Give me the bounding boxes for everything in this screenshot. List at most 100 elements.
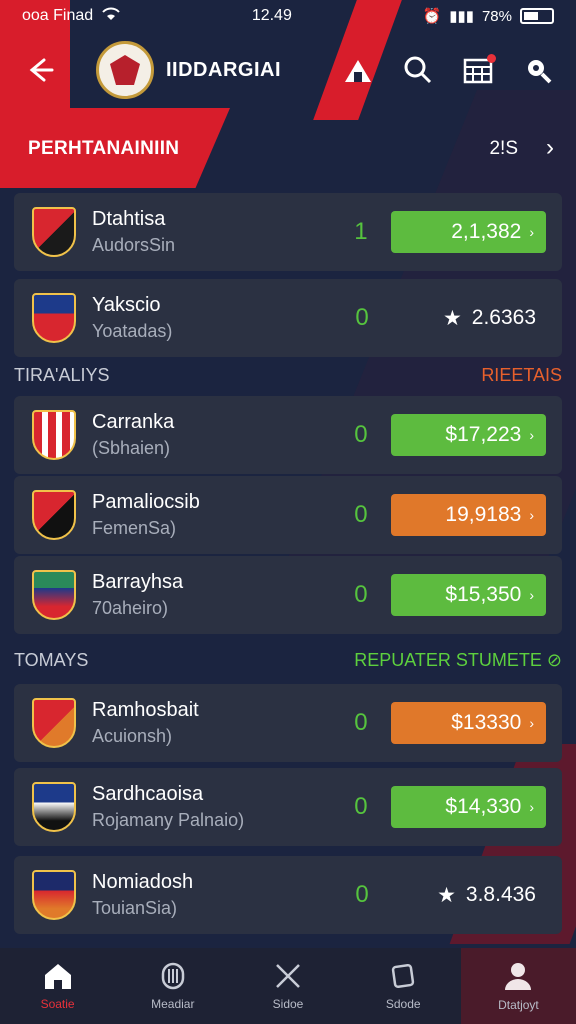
rating-value: 2.6363 (471, 306, 536, 329)
team-subtitle: (Sbhaien) (92, 438, 171, 458)
alarm-icon: ⏰ (422, 8, 442, 25)
team-crest (32, 410, 76, 460)
odds-value: $17,223 (445, 423, 522, 446)
odds-button[interactable]: $17,223 › (390, 414, 546, 456)
section-title: PERHTANAINIIN (28, 138, 180, 159)
section-banner[interactable]: PERHTANAINIIN 2!S › (0, 108, 576, 188)
match-card[interactable]: Ramhosbait Acuionsh) 0 $13330 › (14, 684, 562, 762)
card-icon (392, 963, 415, 989)
team-subtitle: FemenSa) (92, 518, 177, 538)
chevron-right-icon: › (529, 507, 534, 523)
tab-profile[interactable]: Dtatjoyt (460, 948, 576, 1024)
calendar-button[interactable] (458, 50, 498, 90)
status-time: 12.49 (251, 7, 292, 24)
chevron-right-icon: › (529, 427, 534, 443)
team-subtitle: 70aheiro) (92, 598, 169, 618)
team-subtitle: TouianSia) (92, 898, 178, 918)
odds-value: 19,9183 (445, 503, 522, 526)
match-card[interactable]: Nomiadosh TouianSia) 0 ★ 3.8.436 (14, 856, 562, 934)
chevron-right-icon: › (529, 587, 534, 603)
match-score: 0 (355, 881, 369, 908)
odds-value: 2,1,382 (451, 220, 522, 243)
match-card[interactable]: Barrayhsa 70aheiro) 0 $15,350 › (14, 556, 562, 634)
odds-value: $14,330 (445, 795, 522, 818)
tab-label: Dtatjoyt (498, 998, 539, 1012)
team-subtitle: Yoatadas) (92, 321, 173, 341)
battery-icon (519, 8, 554, 24)
arrow-left-icon (29, 58, 54, 82)
tab-label: Sdode (385, 997, 421, 1011)
match-score: 0 (355, 304, 369, 331)
odds-value: $13330 (451, 711, 522, 734)
group-header: TOMAYS REPUATER STUMETE ⊘ (14, 650, 562, 671)
app-header: IIDDARGIAI (0, 32, 576, 108)
search-button[interactable] (398, 50, 438, 90)
carrier-text: ooa Finad (22, 7, 94, 24)
stats-button[interactable] (338, 50, 378, 90)
match-score: 0 (354, 421, 368, 448)
zoom-button[interactable] (518, 50, 558, 90)
match-card[interactable]: Carranka (Sbhaien) 0 $17,223 › (14, 396, 562, 474)
match-card[interactable]: Sardhcaoisa Rojamany Palnaio) 0 $14,330 › (14, 768, 562, 846)
match-card[interactable]: Dtahtisa AudorsSin 1 2,1,382 › (14, 193, 562, 271)
team-crest (32, 570, 76, 620)
team-name: Pamaliocsib (92, 491, 200, 513)
rating: ★ 2.6363 (443, 306, 546, 331)
swords-icon (276, 964, 300, 988)
rating: ★ 3.8.436 (437, 883, 546, 908)
odds-button[interactable]: $13330 › (390, 702, 546, 744)
chevron-right-icon: › (529, 715, 534, 731)
match-score: 0 (354, 501, 368, 528)
star-icon: ★ (437, 883, 456, 907)
team-crest (32, 870, 76, 920)
odds-value: $15,350 (445, 583, 522, 606)
bottom-tab-bar: Soatie Meadiar Sidoe Sdode Dtatjoyt (0, 948, 576, 1024)
team-name: Ramhosbait (92, 699, 199, 721)
match-card[interactable]: Pamaliocsib FemenSa) 0 19,9183 › (14, 476, 562, 554)
team-crest (32, 490, 76, 540)
tab-matches[interactable]: Sidoe (230, 948, 345, 1024)
team-name: Nomiadosh (92, 871, 194, 893)
league-logo (96, 41, 154, 99)
team-subtitle: AudorsSin (92, 235, 176, 255)
team-subtitle: Acuionsh) (92, 726, 173, 746)
page-title: IIDDARGIAI (166, 58, 281, 81)
match-score: 0 (354, 793, 368, 820)
match-score: 0 (354, 709, 368, 736)
team-subtitle: Rojamany Palnaio) (92, 810, 245, 830)
tab-cards[interactable]: Sdode (346, 948, 461, 1024)
wifi-icon (101, 6, 121, 27)
team-crest (32, 698, 76, 748)
team-name: Dtahtisa (92, 208, 166, 230)
section-count: 2!S (489, 138, 518, 159)
match-score: 0 (354, 581, 368, 608)
tab-home[interactable]: Soatie (0, 948, 115, 1024)
group-link[interactable]: REPUATER STUMETE ⊘ (354, 650, 562, 671)
odds-button[interactable]: $14,330 › (390, 786, 546, 828)
back-button[interactable] (18, 48, 62, 92)
stadium-icon (345, 60, 371, 82)
group-link[interactable]: RIEETAIS (481, 365, 562, 386)
match-card[interactable]: Yakscio Yoatadas) 0 ★ 2.6363 (14, 279, 562, 357)
magnifier-icon (528, 60, 552, 84)
notification-dot (487, 54, 496, 63)
team-name: Sardhcaoisa (92, 783, 204, 805)
team-name: Yakscio (92, 294, 161, 316)
chevron-right-icon: › (529, 799, 534, 815)
group-title: TOMAYS (14, 650, 89, 670)
search-icon (404, 56, 432, 84)
tab-media[interactable]: Meadiar (115, 948, 230, 1024)
team-crest (32, 782, 76, 832)
home-icon (44, 964, 71, 989)
user-icon (505, 963, 532, 990)
status-bar: ooa Finad 12.49 ⏰ ▮▮▮ 78% (0, 0, 576, 32)
odds-button[interactable]: $15,350 › (390, 574, 546, 616)
odds-button[interactable]: 2,1,382 › (390, 211, 546, 253)
battery-percent: 78% (481, 7, 512, 25)
tab-label: Soatie (40, 997, 75, 1011)
chevron-right-icon: › (529, 224, 534, 240)
odds-button[interactable]: 19,9183 › (390, 494, 546, 536)
signal-icon: ▮▮▮ (449, 8, 474, 25)
team-name: Barrayhsa (92, 571, 184, 593)
chevron-right-icon: › (546, 134, 554, 161)
